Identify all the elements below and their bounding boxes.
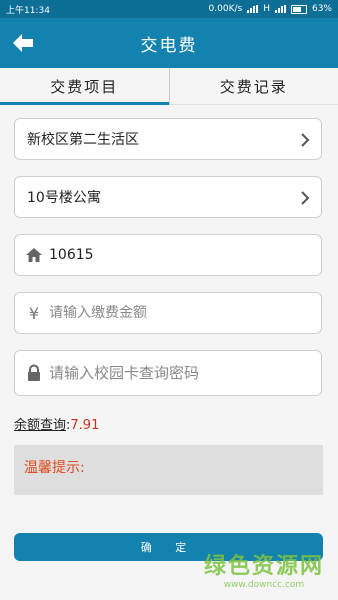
password-field[interactable] (14, 350, 322, 396)
status-network: H (263, 4, 270, 14)
building-select[interactable]: 10号楼公寓 (14, 176, 322, 218)
room-field[interactable] (14, 234, 322, 276)
balance-query-link[interactable]: 余额查询 (14, 418, 66, 433)
status-speed: 0.00K/s (208, 4, 243, 14)
page-title: 交电费 (140, 35, 198, 56)
tab-bar: 交费项目 交费记录 (0, 68, 338, 105)
battery-icon (290, 4, 307, 14)
status-battery: 63% (311, 4, 332, 14)
yuan-icon: ¥ (28, 303, 40, 323)
balance-row: 余额查询:7.91 (14, 414, 99, 433)
chevron-right-icon (301, 191, 310, 205)
lock-icon (25, 364, 43, 382)
password-input[interactable] (49, 364, 309, 382)
back-arrow-icon[interactable] (10, 30, 36, 56)
home-icon (25, 246, 43, 264)
tab-payment-records[interactable]: 交费记录 (168, 68, 338, 104)
watermark-name: 绿色资源网 (203, 554, 324, 579)
tips-label: 温馨提示: (24, 460, 85, 476)
watermark-url: www.downcc.com (223, 580, 305, 590)
status-right: 0.00K/s H 63% (209, 4, 332, 14)
status-time: 上午11:34 (6, 5, 50, 16)
title-bar: 交电费 (0, 18, 338, 68)
tab-payment-items[interactable]: 交费项目 (0, 68, 169, 105)
status-bar: 上午11:34 0.00K/s H 63% (0, 0, 338, 18)
watermark: 绿色资源网 www.downcc.com (204, 548, 324, 590)
signal-icon (247, 5, 259, 13)
tips-box: 温馨提示: (14, 445, 323, 495)
chevron-right-icon (301, 133, 310, 147)
campus-select[interactable]: 新校区第二生活区 (14, 118, 322, 160)
amount-field[interactable]: ¥ (14, 292, 322, 334)
amount-input[interactable] (49, 305, 309, 321)
confirm-label: 确 定 (140, 541, 197, 554)
building-value: 10号楼公寓 (27, 190, 101, 206)
campus-value: 新校区第二生活区 (27, 132, 139, 148)
balance-value: 7.91 (70, 418, 100, 433)
room-input[interactable] (49, 247, 309, 263)
signal-icon-2 (274, 5, 286, 13)
